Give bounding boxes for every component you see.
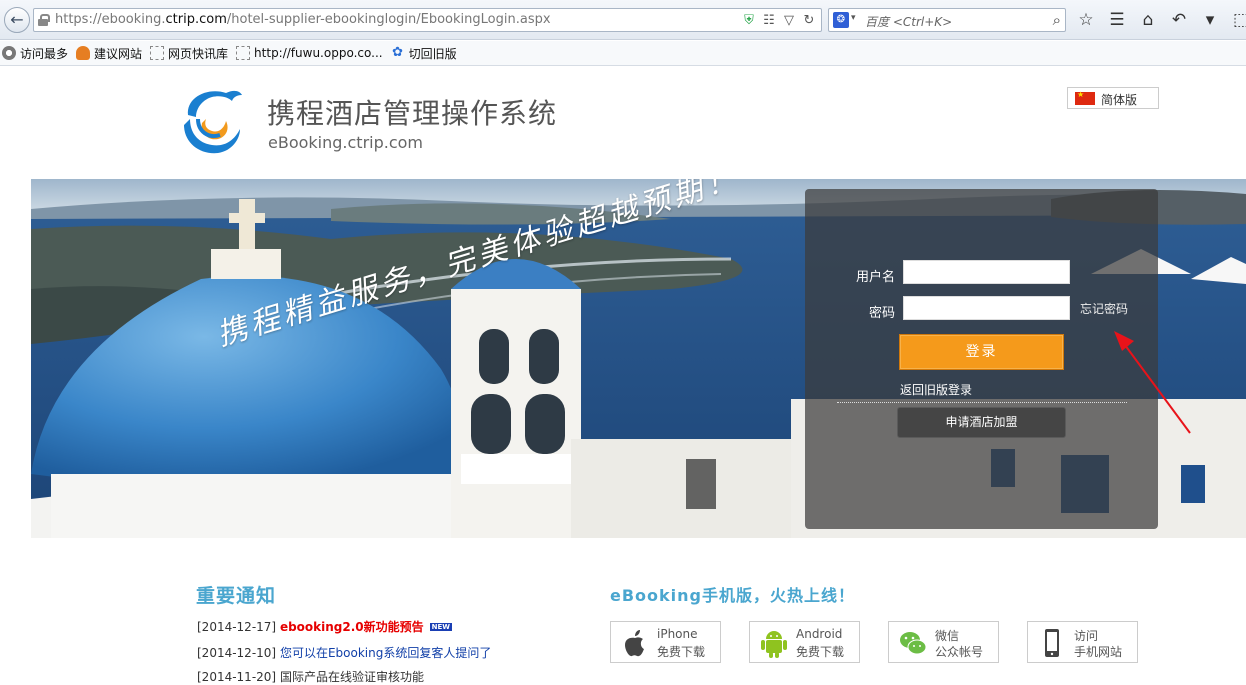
language-switch-button[interactable]: 简体版 — [1067, 87, 1159, 109]
bookmarks-list-icon[interactable]: ☰ — [1106, 9, 1128, 31]
shield-icon[interactable]: ⛨ — [741, 13, 757, 29]
bookmark-star-icon[interactable]: ☆ — [1075, 9, 1097, 31]
login-divider — [837, 402, 1127, 403]
apply-hotel-join-button[interactable]: 申请酒店加盟 — [897, 407, 1066, 438]
bookmark-most-visited[interactable]: 访问最多 — [2, 45, 68, 62]
new-badge-icon: NEW — [429, 623, 453, 631]
mobile-phone-icon — [1045, 629, 1059, 657]
mobile-site-button[interactable]: 访问 手机网站 — [1027, 621, 1138, 663]
apple-icon — [625, 630, 644, 657]
bookmark-oppo[interactable]: http://fuwu.oppo.co... — [236, 46, 383, 60]
old-version-login-link[interactable]: 返回旧版登录 — [900, 381, 972, 398]
bookmark-switch-old[interactable]: ✿ 切回旧版 — [391, 45, 456, 62]
search-input[interactable]: 百度 <Ctrl+K> — [865, 13, 952, 30]
search-engine-dropdown-icon[interactable]: ▾ — [851, 13, 856, 23]
wechat-icon — [900, 632, 927, 655]
ctrip-dolphin-logo-icon — [184, 90, 242, 154]
page-icon — [150, 46, 165, 60]
dropdown-icon[interactable]: ▽ — [781, 13, 797, 29]
password-field[interactable] — [903, 296, 1070, 320]
baidu-paw-icon[interactable]: ❂ — [833, 12, 849, 28]
red-arrow-annotation-icon — [1114, 331, 1191, 434]
notice-item[interactable]: [2014-12-17] ebooking2.0新功能预告 NEW — [197, 618, 453, 635]
extension-icon[interactable]: ⬚ — [1230, 9, 1246, 31]
android-icon — [761, 631, 787, 658]
username-label: 用户名 — [855, 270, 895, 285]
password-label: 密码 — [868, 306, 895, 321]
magnifier-icon[interactable]: ⌕ — [1053, 11, 1061, 29]
qr-code-icon[interactable]: ☷ — [761, 13, 777, 29]
notice-title: 重要通知 — [196, 585, 277, 607]
url-text[interactable]: https://ebooking.ctrip.com/hotel-supplie… — [55, 12, 551, 27]
forgot-password-link[interactable]: 忘记密码 — [1080, 300, 1128, 317]
menu-dropdown-icon[interactable]: ▾ — [1199, 9, 1221, 31]
page-icon — [236, 46, 251, 60]
mobile-section-title: eBooking手机版，火热上线！ — [610, 586, 856, 605]
site-title: 携程酒店管理操作系统 — [267, 97, 558, 130]
bookmark-suggested-sites[interactable]: 建议网站 — [76, 45, 142, 62]
android-download-button[interactable]: Android 免费下载 — [749, 621, 860, 663]
notice-item[interactable]: [2014-12-10] 您可以在Ebooking系统回复客人提问了 — [197, 644, 491, 661]
notice-item[interactable]: [2014-11-20] 国际产品在线验证审核功能 — [197, 668, 424, 685]
lock-icon — [38, 14, 50, 26]
wechat-account-button[interactable]: 微信 公众帐号 — [888, 621, 999, 663]
home-icon[interactable]: ⌂ — [1137, 9, 1159, 31]
browser-logo-icon: ✿ — [392, 45, 404, 60]
address-bar[interactable]: https://ebooking.ctrip.com/hotel-supplie… — [33, 8, 822, 32]
iphone-download-button[interactable]: iPhone 免费下载 — [610, 621, 721, 663]
back-arrow-icon[interactable]: ← — [4, 7, 30, 33]
gear-icon — [2, 46, 16, 60]
search-bar[interactable]: ❂ ▾ 百度 <Ctrl+K> ⌕ — [828, 8, 1066, 32]
undo-icon[interactable]: ↶ — [1168, 9, 1190, 31]
bulb-icon — [76, 46, 91, 60]
bookmark-web-slices[interactable]: 网页快讯库 — [150, 45, 228, 62]
site-url: eBooking.ctrip.com — [268, 133, 423, 152]
bookmarks-bar: 访问最多 建议网站 网页快讯库 http://fuwu.oppo.co... ✿… — [0, 41, 1246, 66]
reload-icon[interactable]: ↻ — [801, 13, 817, 29]
browser-toolbar: ← https://ebooking.ctrip.com/hotel-suppl… — [0, 0, 1246, 40]
username-field[interactable] — [903, 260, 1070, 284]
login-button[interactable]: 登录 — [899, 334, 1064, 370]
china-flag-icon — [1075, 90, 1095, 105]
login-panel: 用户名 密码 忘记密码 登录 返回旧版登录 申请酒店加盟 — [805, 189, 1158, 529]
